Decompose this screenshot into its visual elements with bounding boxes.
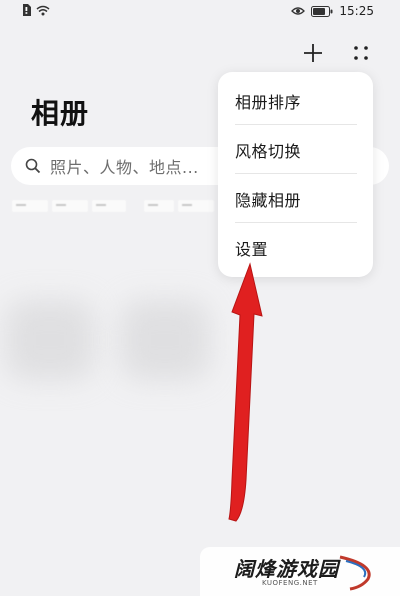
menu-item-album-sort[interactable]: 相册排序	[235, 76, 357, 125]
battery-icon	[311, 5, 333, 17]
album-thumb[interactable]	[144, 200, 174, 212]
watermark-logo: 阔烽游戏园 KUOFENG.NET	[200, 547, 400, 596]
search-icon	[25, 158, 41, 174]
sim-icon	[23, 4, 31, 16]
more-options-menu: 相册排序 风格切换 隐藏相册 设置	[218, 72, 373, 277]
watermark-url: KUOFENG.NET	[262, 579, 318, 587]
album-thumb[interactable]	[178, 200, 214, 212]
menu-item-hidden-albums[interactable]: 隐藏相册	[235, 174, 357, 223]
status-right: 15:25	[291, 4, 374, 18]
search-placeholder: 照片、人物、地点...	[50, 158, 199, 177]
status-bar: 15:25	[0, 0, 400, 26]
wifi-icon	[36, 5, 50, 15]
watermark-title: 阔烽游戏园	[234, 557, 339, 581]
more-options-button[interactable]	[348, 40, 374, 66]
album-thumb[interactable]	[12, 200, 48, 212]
status-time: 15:25	[339, 4, 374, 18]
menu-item-style-switch[interactable]: 风格切换	[235, 125, 357, 174]
album-thumb[interactable]	[92, 200, 126, 212]
album-cover[interactable]	[5, 300, 95, 380]
add-album-button[interactable]	[300, 40, 326, 66]
page-title: 相册	[31, 97, 90, 130]
more-dots-icon	[354, 46, 368, 60]
album-cover[interactable]	[120, 300, 210, 380]
status-left	[22, 4, 50, 16]
menu-item-settings[interactable]: 设置	[235, 223, 357, 272]
plus-icon	[304, 44, 322, 62]
album-thumb[interactable]	[52, 200, 88, 212]
eye-icon	[291, 7, 306, 15]
